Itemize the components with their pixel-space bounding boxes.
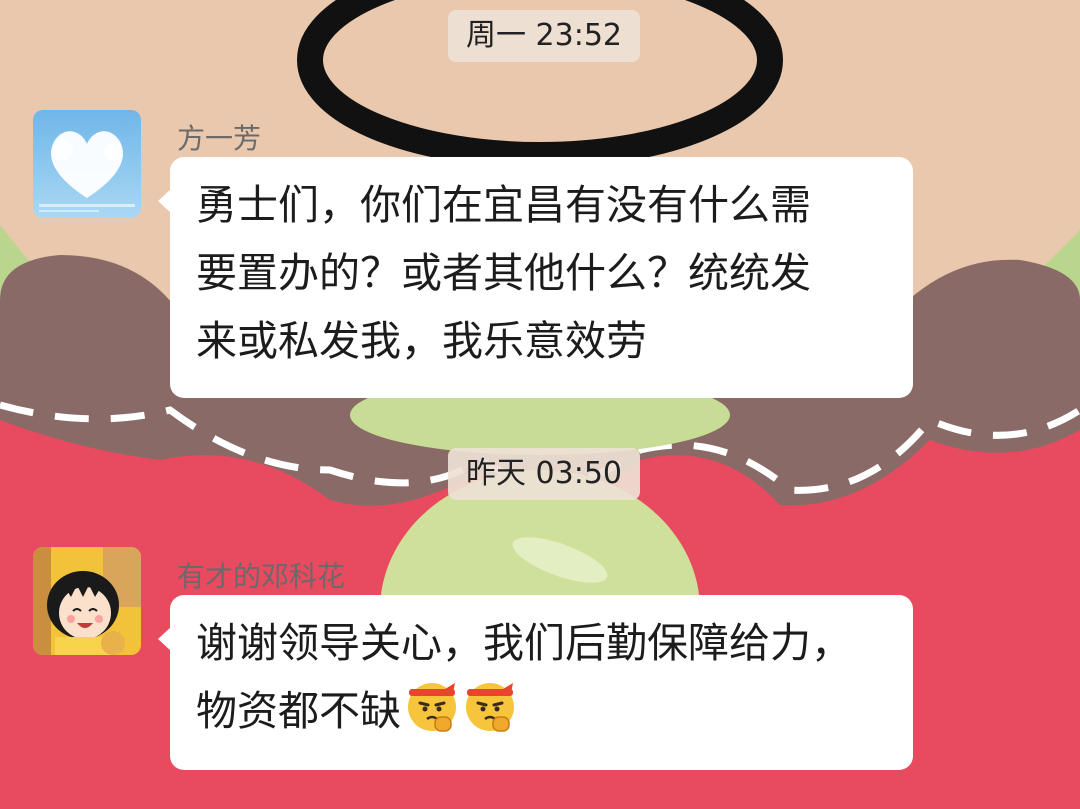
- sender-name: 有才的邓科花: [177, 560, 346, 593]
- sender-name: 方一芳: [177, 122, 262, 155]
- message-line: 物资都不缺: [196, 677, 889, 753]
- message-line: 要置办的？或者其他什么？统统发: [196, 249, 811, 297]
- sender-avatar[interactable]: [33, 110, 141, 218]
- cloud-heart-icon: [33, 110, 141, 218]
- sender-avatar[interactable]: [33, 547, 141, 655]
- emoji-group: [405, 679, 521, 753]
- fist-headband-emoji-icon: [466, 683, 514, 732]
- message-line: 勇士们，你们在宜昌有没有什么需: [196, 181, 811, 229]
- message-text: 物资都不缺: [196, 687, 401, 735]
- cartoon-girl-icon: [33, 547, 141, 655]
- fist-headband-emoji-icon: [408, 683, 456, 732]
- timestamp-pill: 昨天 03:50: [448, 448, 640, 500]
- message-bubble[interactable]: 谢谢领导关心，我们后勤保障给力， 物资都不缺: [158, 595, 913, 770]
- timestamp-pill: 周一 23:52: [448, 10, 640, 62]
- message-bubble[interactable]: 勇士们，你们在宜昌有没有什么需 要置办的？或者其他什么？统统发 来或私发我，我乐…: [158, 157, 913, 398]
- message-line: 谢谢领导关心，我们后勤保障给力，: [196, 619, 852, 667]
- message-line: 来或私发我，我乐意效劳: [196, 317, 647, 365]
